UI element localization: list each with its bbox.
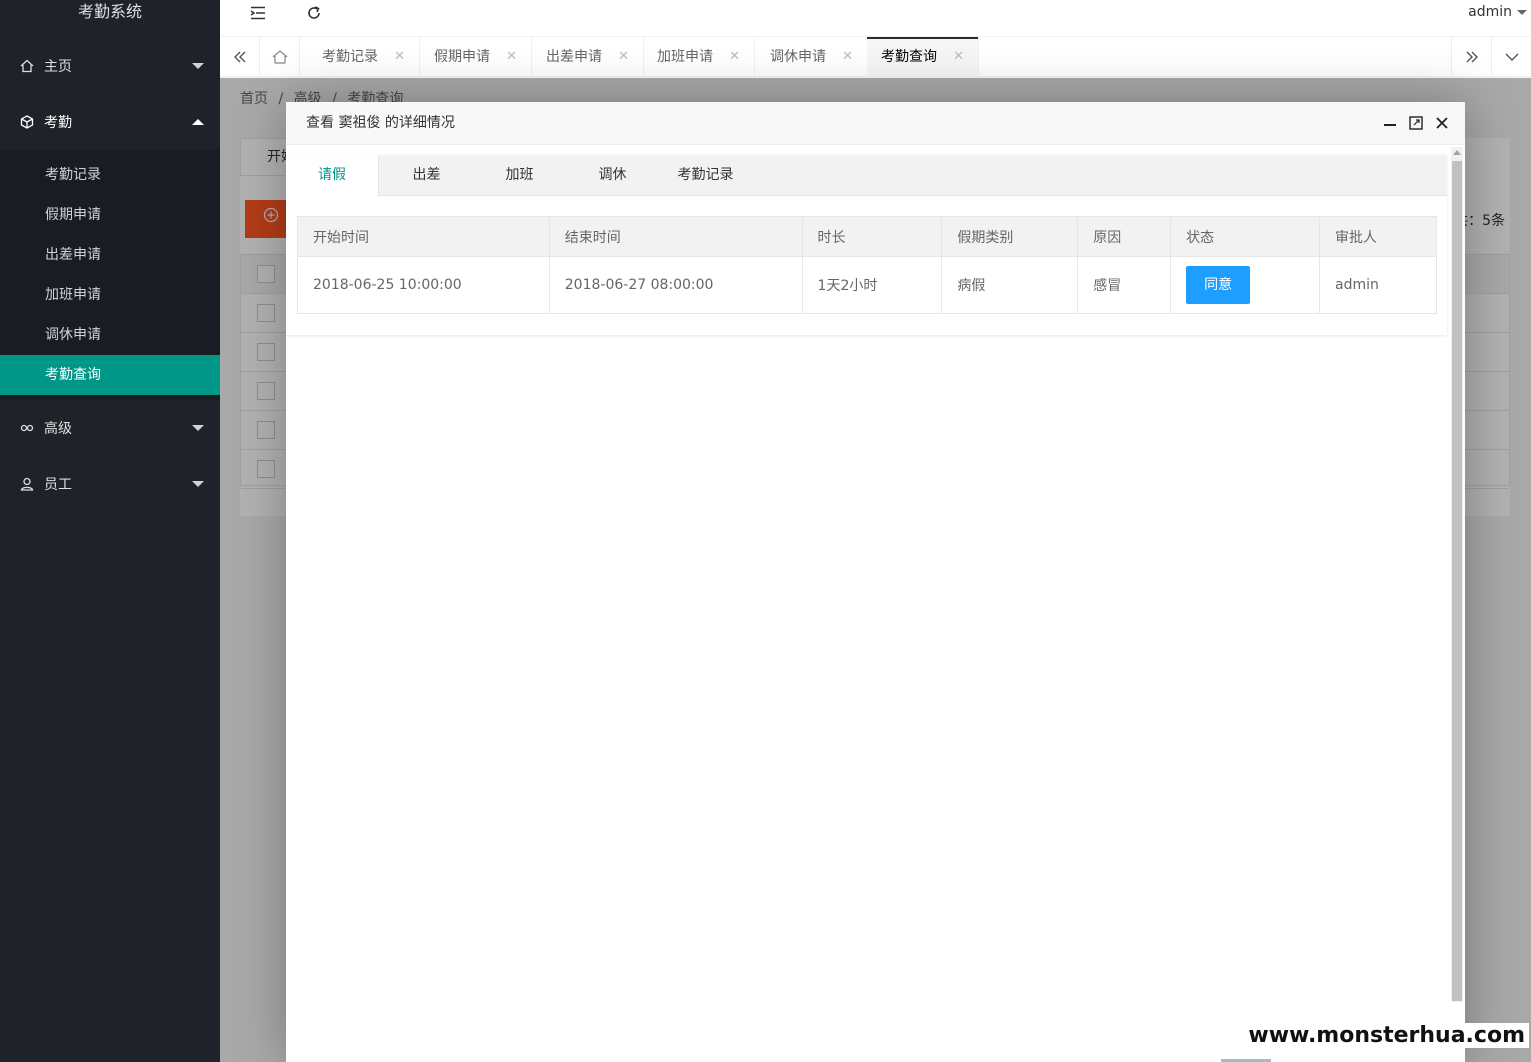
tab-leave-request[interactable]: 假期申请 ✕ — [420, 37, 532, 77]
top-header: admin — [220, 0, 1531, 37]
tabs-menu-chevron-down-icon[interactable] — [1491, 37, 1531, 77]
close-icon[interactable]: ✕ — [394, 37, 405, 77]
col-approver: 审批人 — [1319, 216, 1437, 257]
tab-attendance-record[interactable]: 考勤记录 — [659, 155, 752, 196]
user-menu[interactable]: admin — [1468, 4, 1527, 20]
tab-business-trip[interactable]: 出差申请 ✕ — [532, 37, 644, 77]
close-icon[interactable]: ✕ — [953, 37, 964, 77]
sidebar-subnav: 考勤记录 假期申请 出差申请 加班申请 调休申请 考勤查询 — [0, 150, 220, 400]
scroll-up-arrow-icon[interactable] — [1453, 150, 1461, 155]
modal-header: 查看 窦祖俊 的详细情况 — [286, 102, 1465, 145]
tab-day-off[interactable]: 调休申请 ✕ — [756, 37, 868, 77]
close-icon[interactable] — [1433, 114, 1451, 132]
tab-label: 加班申请 — [657, 49, 713, 65]
cell-status: 同意 — [1170, 256, 1321, 314]
table-header-row: 开始时间 结束时间 时长 假期类别 原因 状态 审批人 — [297, 216, 1437, 257]
sidebar-item-attendance-query[interactable]: 考勤查询 — [0, 355, 220, 395]
sidebar-group-label: 员工 — [44, 477, 72, 493]
home-icon — [20, 59, 34, 73]
tab-label: 假期申请 — [434, 49, 490, 65]
cube-icon — [20, 115, 34, 129]
tab-label: 考勤查询 — [881, 49, 937, 65]
col-end-time: 结束时间 — [548, 216, 803, 257]
cell-duration: 1天2小时 — [801, 256, 943, 314]
cell-reason: 感冒 — [1077, 256, 1172, 314]
detail-tabs: 请假 出差 加班 调休 考勤记录 — [286, 155, 1447, 197]
sidebar: 考勤系统 主页 考勤 考勤记录 假期申请 出差申请 加班申请 调休申请 考勤查询… — [0, 0, 220, 1062]
tab-overtime[interactable]: 加班 — [473, 155, 566, 196]
home-tab-icon[interactable] — [260, 37, 300, 77]
refresh-icon[interactable] — [304, 3, 324, 23]
username: admin — [1468, 4, 1512, 20]
cell-start-time: 2018-06-25 10:00:00 — [297, 256, 550, 314]
sidebar-group-label: 高级 — [44, 421, 72, 437]
user-icon — [20, 477, 34, 491]
maximize-icon[interactable] — [1407, 114, 1425, 132]
tabs-scroll-left-icon[interactable] — [220, 37, 260, 77]
sidebar-item-leave-request[interactable]: 假期申请 — [0, 195, 220, 235]
tab-leave[interactable]: 请假 — [286, 155, 379, 197]
detail-modal: 查看 窦祖俊 的详细情况 请假 出差 加班 调休 考勤记录 开始时间 结束时间 … — [286, 102, 1465, 1062]
watermark: www.monsterhua.com — [1244, 1023, 1529, 1048]
tab-attendance-query[interactable]: 考勤查询 ✕ — [867, 37, 979, 77]
sidebar-item-day-off[interactable]: 调休申请 — [0, 315, 220, 355]
sidebar-item-business-trip[interactable]: 出差申请 — [0, 235, 220, 275]
table-row: 2018-06-25 10:00:00 2018-06-27 08:00:00 … — [297, 256, 1437, 314]
tab-label: 考勤记录 — [322, 49, 378, 65]
close-icon[interactable]: ✕ — [729, 37, 740, 77]
close-icon[interactable]: ✕ — [842, 37, 853, 77]
close-icon[interactable]: ✕ — [618, 37, 629, 77]
minimize-icon[interactable] — [1381, 114, 1399, 132]
tab-day-off[interactable]: 调休 — [566, 155, 659, 196]
chevron-down-icon — [192, 481, 204, 487]
tab-attendance-record[interactable]: 考勤记录 ✕ — [308, 37, 420, 77]
tab-trip[interactable]: 出差 — [380, 155, 473, 196]
page-tabs-bar: 考勤记录 ✕ 假期申请 ✕ 出差申请 ✕ 加班申请 ✕ 调休申请 ✕ 考勤查询 ✕ — [220, 37, 1531, 77]
tab-overtime[interactable]: 加班申请 ✕ — [643, 37, 755, 77]
close-icon[interactable]: ✕ — [506, 37, 517, 77]
status-approved-button[interactable]: 同意 — [1186, 266, 1251, 304]
modal-scrollbar[interactable] — [1451, 147, 1463, 1002]
tab-label: 调休申请 — [770, 49, 826, 65]
col-leave-type: 假期类别 — [941, 216, 1079, 257]
modal-title: 查看 窦祖俊 的详细情况 — [306, 115, 455, 131]
sidebar-group-attendance[interactable]: 考勤 — [0, 94, 220, 150]
col-start-time: 开始时间 — [297, 216, 550, 257]
detail-card: 请假 出差 加班 调休 考勤记录 开始时间 结束时间 时长 假期类别 原因 状态… — [286, 155, 1447, 335]
cell-end-time: 2018-06-27 08:00:00 — [548, 256, 803, 314]
cell-approver: admin — [1319, 256, 1437, 314]
col-reason: 原因 — [1077, 216, 1172, 257]
chevron-down-icon — [192, 63, 204, 69]
col-status: 状态 — [1170, 216, 1321, 257]
menu-toggle-icon[interactable] — [248, 3, 268, 23]
col-duration: 时长 — [801, 216, 943, 257]
sidebar-group-staff[interactable]: 员工 — [0, 456, 220, 512]
sidebar-group-home[interactable]: 主页 — [0, 38, 220, 94]
chevron-down-icon — [192, 425, 204, 431]
tabs-scroll-right-icon[interactable] — [1451, 37, 1491, 77]
tab-label: 出差申请 — [546, 49, 602, 65]
modal-body: 请假 出差 加班 调休 考勤记录 开始时间 结束时间 时长 假期类别 原因 状态… — [286, 145, 1449, 1062]
link-icon — [20, 421, 34, 435]
cell-leave-type: 病假 — [941, 256, 1079, 314]
sidebar-group-advanced[interactable]: 高级 — [0, 400, 220, 456]
sidebar-group-label: 考勤 — [44, 115, 72, 131]
sidebar-item-attendance-record[interactable]: 考勤记录 — [0, 155, 220, 195]
app-brand: 考勤系统 — [77, 2, 142, 21]
leave-table: 开始时间 结束时间 时长 假期类别 原因 状态 审批人 2018-06-25 1… — [297, 216, 1437, 314]
chevron-up-icon — [192, 119, 204, 125]
sidebar-group-label: 主页 — [44, 59, 72, 75]
scroll-thumb[interactable] — [1452, 161, 1462, 1001]
caret-down-icon — [1517, 9, 1527, 15]
sidebar-item-overtime[interactable]: 加班申请 — [0, 275, 220, 315]
